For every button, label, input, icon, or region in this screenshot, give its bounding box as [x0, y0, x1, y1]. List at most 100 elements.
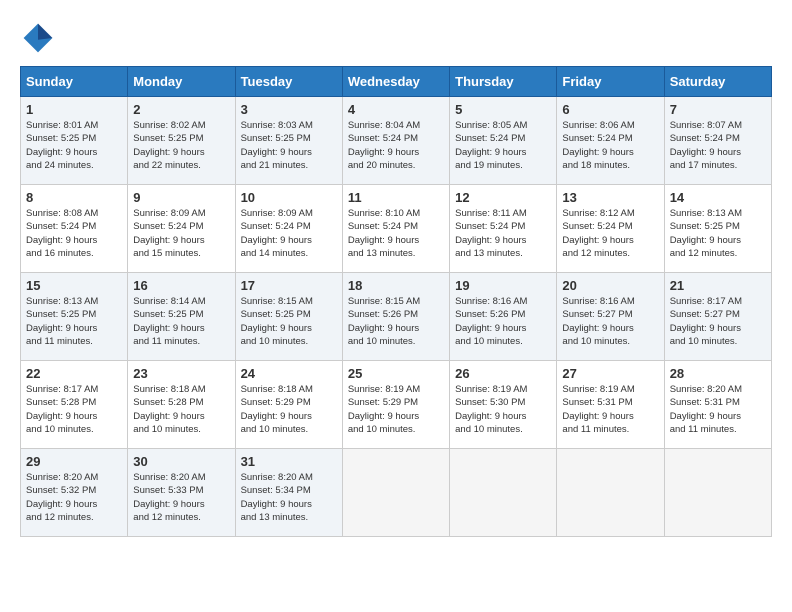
day-number: 21	[670, 278, 766, 293]
calendar-week-row: 15 Sunrise: 8:13 AM Sunset: 5:25 PM Dayli…	[21, 273, 772, 361]
day-number: 4	[348, 102, 444, 117]
calendar-cell: 26 Sunrise: 8:19 AM Sunset: 5:30 PM Dayli…	[450, 361, 557, 449]
calendar-cell: 5 Sunrise: 8:05 AM Sunset: 5:24 PM Daylig…	[450, 97, 557, 185]
calendar-week-row: 29 Sunrise: 8:20 AM Sunset: 5:32 PM Dayli…	[21, 449, 772, 537]
calendar-cell: 3Sunrise: 8:03 AM Sunset: 5:25 PM Daylig…	[235, 97, 342, 185]
day-number: 25	[348, 366, 444, 381]
day-info: Sunrise: 8:16 AM Sunset: 5:27 PM Dayligh…	[562, 295, 658, 348]
day-info: Sunrise: 8:20 AM Sunset: 5:32 PM Dayligh…	[26, 471, 122, 524]
day-info: Sunrise: 8:12 AM Sunset: 5:24 PM Dayligh…	[562, 207, 658, 260]
day-info: Sunrise: 8:10 AM Sunset: 5:24 PM Dayligh…	[348, 207, 444, 260]
day-number: 31	[241, 454, 337, 469]
calendar-cell: 27 Sunrise: 8:19 AM Sunset: 5:31 PM Dayli…	[557, 361, 664, 449]
day-number: 19	[455, 278, 551, 293]
calendar-week-row: 22Sunrise: 8:17 AM Sunset: 5:28 PM Dayli…	[21, 361, 772, 449]
day-info: Sunrise: 8:06 AM Sunset: 5:24 PM Dayligh…	[562, 119, 658, 172]
day-header-saturday: Saturday	[664, 67, 771, 97]
day-info: Sunrise: 8:05 AM Sunset: 5:24 PM Dayligh…	[455, 119, 551, 172]
day-info: Sunrise: 8:02 AM Sunset: 5:25 PM Dayligh…	[133, 119, 229, 172]
calendar-cell: 16 Sunrise: 8:14 AM Sunset: 5:25 PM Dayli…	[128, 273, 235, 361]
page-header	[20, 20, 772, 56]
day-info: Sunrise: 8:11 AM Sunset: 5:24 PM Dayligh…	[455, 207, 551, 260]
day-info: Sunrise: 8:14 AM Sunset: 5:25 PM Dayligh…	[133, 295, 229, 348]
day-header-wednesday: Wednesday	[342, 67, 449, 97]
calendar-cell: 4Sunrise: 8:04 AM Sunset: 5:24 PM Daylig…	[342, 97, 449, 185]
calendar-cell: 11 Sunrise: 8:10 AM Sunset: 5:24 PM Dayli…	[342, 185, 449, 273]
day-number: 16	[133, 278, 229, 293]
day-info: Sunrise: 8:07 AM Sunset: 5:24 PM Dayligh…	[670, 119, 766, 172]
calendar-cell	[557, 449, 664, 537]
day-info: Sunrise: 8:13 AM Sunset: 5:25 PM Dayligh…	[26, 295, 122, 348]
day-number: 24	[241, 366, 337, 381]
day-number: 18	[348, 278, 444, 293]
day-header-tuesday: Tuesday	[235, 67, 342, 97]
day-info: Sunrise: 8:03 AM Sunset: 5:25 PM Dayligh…	[241, 119, 337, 172]
day-info: Sunrise: 8:18 AM Sunset: 5:29 PM Dayligh…	[241, 383, 337, 436]
day-info: Sunrise: 8:09 AM Sunset: 5:24 PM Dayligh…	[133, 207, 229, 260]
day-info: Sunrise: 8:19 AM Sunset: 5:31 PM Dayligh…	[562, 383, 658, 436]
day-info: Sunrise: 8:08 AM Sunset: 5:24 PM Dayligh…	[26, 207, 122, 260]
calendar-cell: 1 Sunrise: 8:01 AM Sunset: 5:25 PM Daylig…	[21, 97, 128, 185]
calendar-cell: 29 Sunrise: 8:20 AM Sunset: 5:32 PM Dayli…	[21, 449, 128, 537]
calendar-cell	[342, 449, 449, 537]
calendar-cell: 30Sunrise: 8:20 AM Sunset: 5:33 PM Dayli…	[128, 449, 235, 537]
header-row: SundayMondayTuesdayWednesdayThursdayFrid…	[21, 67, 772, 97]
calendar-cell: 25 Sunrise: 8:19 AM Sunset: 5:29 PM Dayli…	[342, 361, 449, 449]
day-number: 8	[26, 190, 122, 205]
calendar-cell: 2 Sunrise: 8:02 AM Sunset: 5:25 PM Daylig…	[128, 97, 235, 185]
day-number: 28	[670, 366, 766, 381]
day-header-thursday: Thursday	[450, 67, 557, 97]
calendar-cell: 8 Sunrise: 8:08 AM Sunset: 5:24 PM Daylig…	[21, 185, 128, 273]
calendar-cell: 14Sunrise: 8:13 AM Sunset: 5:25 PM Dayli…	[664, 185, 771, 273]
day-number: 15	[26, 278, 122, 293]
calendar-cell: 12Sunrise: 8:11 AM Sunset: 5:24 PM Dayli…	[450, 185, 557, 273]
day-number: 26	[455, 366, 551, 381]
day-number: 9	[133, 190, 229, 205]
calendar-cell: 15 Sunrise: 8:13 AM Sunset: 5:25 PM Dayli…	[21, 273, 128, 361]
day-number: 2	[133, 102, 229, 117]
calendar-cell: 13 Sunrise: 8:12 AM Sunset: 5:24 PM Dayli…	[557, 185, 664, 273]
day-number: 14	[670, 190, 766, 205]
day-number: 30	[133, 454, 229, 469]
day-number: 7	[670, 102, 766, 117]
day-header-friday: Friday	[557, 67, 664, 97]
day-header-monday: Monday	[128, 67, 235, 97]
calendar-cell: 9 Sunrise: 8:09 AM Sunset: 5:24 PM Daylig…	[128, 185, 235, 273]
calendar-cell: 6Sunrise: 8:06 AM Sunset: 5:24 PM Daylig…	[557, 97, 664, 185]
day-info: Sunrise: 8:16 AM Sunset: 5:26 PM Dayligh…	[455, 295, 551, 348]
calendar-cell: 20 Sunrise: 8:16 AM Sunset: 5:27 PM Dayli…	[557, 273, 664, 361]
day-info: Sunrise: 8:17 AM Sunset: 5:28 PM Dayligh…	[26, 383, 122, 436]
calendar-cell: 28 Sunrise: 8:20 AM Sunset: 5:31 PM Dayli…	[664, 361, 771, 449]
day-number: 29	[26, 454, 122, 469]
day-info: Sunrise: 8:19 AM Sunset: 5:29 PM Dayligh…	[348, 383, 444, 436]
day-number: 17	[241, 278, 337, 293]
logo	[20, 20, 62, 56]
calendar-cell	[664, 449, 771, 537]
day-info: Sunrise: 8:01 AM Sunset: 5:25 PM Dayligh…	[26, 119, 122, 172]
calendar-cell: 18 Sunrise: 8:15 AM Sunset: 5:26 PM Dayli…	[342, 273, 449, 361]
day-number: 20	[562, 278, 658, 293]
calendar-cell: 22Sunrise: 8:17 AM Sunset: 5:28 PM Dayli…	[21, 361, 128, 449]
calendar-cell: 21Sunrise: 8:17 AM Sunset: 5:27 PM Dayli…	[664, 273, 771, 361]
day-info: Sunrise: 8:19 AM Sunset: 5:30 PM Dayligh…	[455, 383, 551, 436]
day-number: 10	[241, 190, 337, 205]
day-number: 11	[348, 190, 444, 205]
calendar-cell: 17 Sunrise: 8:15 AM Sunset: 5:25 PM Dayli…	[235, 273, 342, 361]
day-number: 13	[562, 190, 658, 205]
day-info: Sunrise: 8:20 AM Sunset: 5:31 PM Dayligh…	[670, 383, 766, 436]
day-number: 27	[562, 366, 658, 381]
calendar-cell: 10Sunrise: 8:09 AM Sunset: 5:24 PM Dayli…	[235, 185, 342, 273]
calendar-table: SundayMondayTuesdayWednesdayThursdayFrid…	[20, 66, 772, 537]
calendar-week-row: 8 Sunrise: 8:08 AM Sunset: 5:24 PM Daylig…	[21, 185, 772, 273]
day-number: 5	[455, 102, 551, 117]
day-info: Sunrise: 8:15 AM Sunset: 5:26 PM Dayligh…	[348, 295, 444, 348]
day-info: Sunrise: 8:18 AM Sunset: 5:28 PM Dayligh…	[133, 383, 229, 436]
calendar-cell	[450, 449, 557, 537]
calendar-cell: 7 Sunrise: 8:07 AM Sunset: 5:24 PM Daylig…	[664, 97, 771, 185]
calendar-cell: 31Sunrise: 8:20 AM Sunset: 5:34 PM Dayli…	[235, 449, 342, 537]
day-info: Sunrise: 8:15 AM Sunset: 5:25 PM Dayligh…	[241, 295, 337, 348]
calendar-week-row: 1 Sunrise: 8:01 AM Sunset: 5:25 PM Daylig…	[21, 97, 772, 185]
day-number: 1	[26, 102, 122, 117]
calendar-cell: 23Sunrise: 8:18 AM Sunset: 5:28 PM Dayli…	[128, 361, 235, 449]
calendar-cell: 19 Sunrise: 8:16 AM Sunset: 5:26 PM Dayli…	[450, 273, 557, 361]
